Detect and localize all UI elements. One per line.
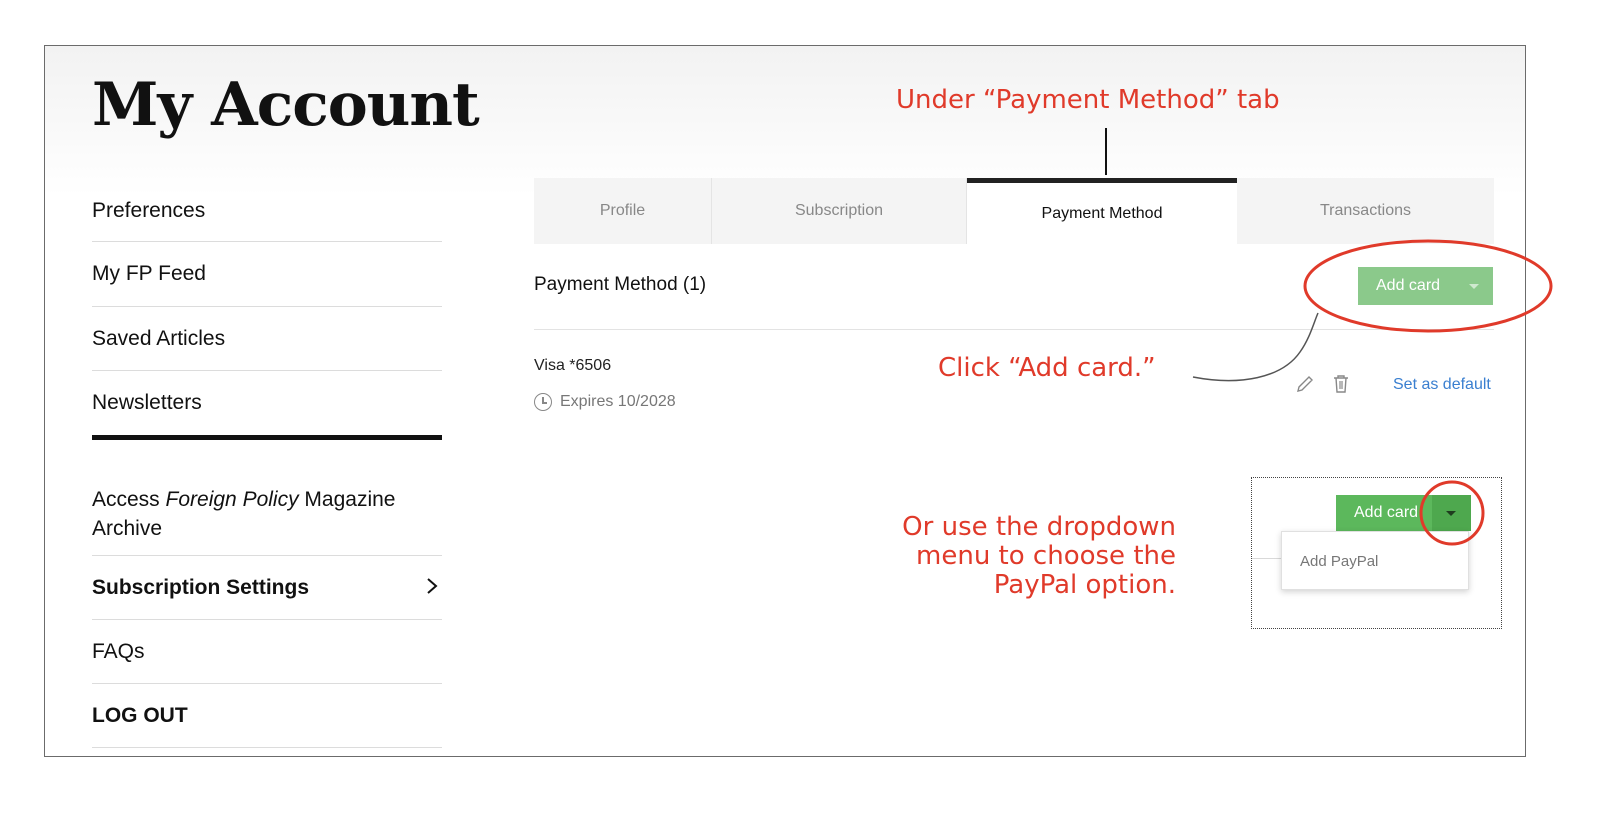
- annotation-circle-add-card: [1303, 239, 1553, 333]
- annotation-circle-dropdown: [1419, 480, 1485, 546]
- annotation-overlay: [1105, 128, 1553, 546]
- annotation-curve: [1192, 312, 1319, 382]
